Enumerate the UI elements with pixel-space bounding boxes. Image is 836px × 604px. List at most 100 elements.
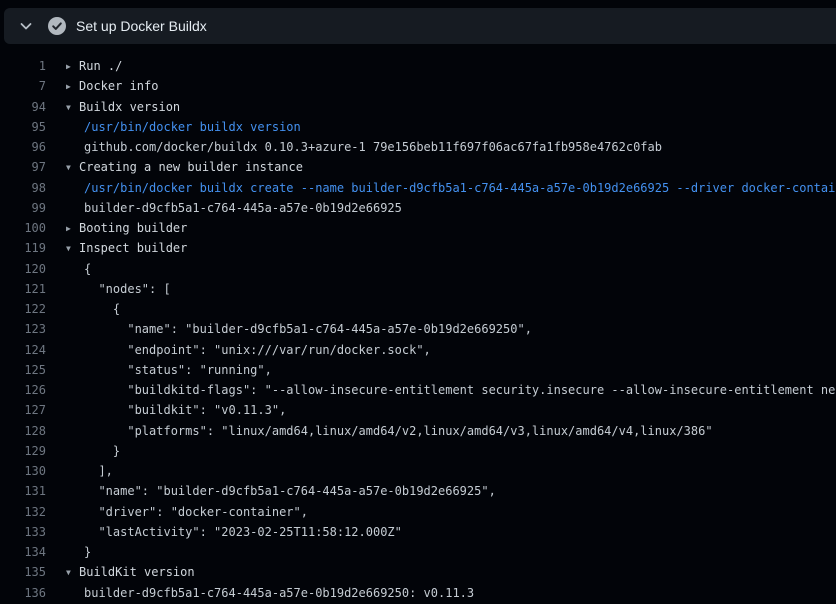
triangle-expanded-icon[interactable]: ▼ xyxy=(66,563,79,582)
line-number[interactable]: 128 xyxy=(0,421,46,441)
log-line-content: /usr/bin/docker buildx version xyxy=(66,117,301,137)
line-number[interactable]: 98 xyxy=(0,178,46,198)
log-group-row[interactable]: 1 ▶Run ./ xyxy=(0,56,836,76)
line-number[interactable]: 125 xyxy=(0,360,46,380)
log-line-content: { xyxy=(66,259,91,279)
line-number[interactable]: 100 xyxy=(0,218,46,238)
log-line-row: 128 "platforms": "linux/amd64,linux/amd6… xyxy=(0,421,836,441)
log-line-row: 136 builder-d9cfb5a1-c764-445a-a57e-0b19d… xyxy=(0,583,836,603)
log-line-row: 95/usr/bin/docker buildx version xyxy=(0,117,836,137)
log-line-content: "nodes": [ xyxy=(66,279,171,299)
log-group-row[interactable]: 135 ▼BuildKit version xyxy=(0,562,836,582)
log-line-row: 96 github.com/docker/buildx 0.10.3+azure-… xyxy=(0,137,836,157)
triangle-collapsed-icon[interactable]: ▶ xyxy=(66,77,79,96)
line-number[interactable]: 119 xyxy=(0,238,46,258)
line-number[interactable]: 132 xyxy=(0,502,46,522)
group-title: Docker info xyxy=(79,79,158,93)
line-number[interactable]: 126 xyxy=(0,380,46,400)
line-number[interactable]: 97 xyxy=(0,157,46,177)
line-number[interactable]: 94 xyxy=(0,97,46,117)
line-number[interactable]: 131 xyxy=(0,481,46,501)
log-line-content: "endpoint": "unix:///var/run/docker.sock… xyxy=(66,340,431,360)
line-number[interactable]: 135 xyxy=(0,562,46,582)
log-line-row: 134} xyxy=(0,542,836,562)
log-line-content: "buildkit": "v0.11.3", xyxy=(66,400,286,420)
line-number[interactable]: 136 xyxy=(0,583,46,603)
log-line-content: "driver": "docker-container", xyxy=(66,502,308,522)
log-line-content: "status": "running", xyxy=(66,360,272,380)
log-line-content: ▶Docker info xyxy=(66,76,158,96)
log-line-row: 131 "name": "builder-d9cfb5a1-c764-445a-… xyxy=(0,481,836,501)
check-circle-icon xyxy=(47,16,67,36)
log-line-content: } xyxy=(66,542,91,562)
line-number[interactable]: 99 xyxy=(0,198,46,218)
log-line-row: 122 { xyxy=(0,299,836,319)
log-line-content: ▼Inspect builder xyxy=(66,238,187,258)
step-header[interactable]: Set up Docker Buildx xyxy=(4,8,836,44)
log-line-content: ▼BuildKit version xyxy=(66,562,195,582)
log-line-content: "name": "builder-d9cfb5a1-c764-445a-a57e… xyxy=(66,319,532,339)
line-number[interactable]: 122 xyxy=(0,299,46,319)
log-viewer: 1▶Run ./7▶Docker info94▼Buildx version95… xyxy=(0,56,836,603)
log-line-row: 126 "buildkitd-flags": "--allow-insecure… xyxy=(0,380,836,400)
line-number[interactable]: 121 xyxy=(0,279,46,299)
line-number[interactable]: 129 xyxy=(0,441,46,461)
log-line-content: "platforms": "linux/amd64,linux/amd64/v2… xyxy=(66,421,713,441)
line-number[interactable]: 133 xyxy=(0,522,46,542)
log-line-content: "lastActivity": "2023-02-25T11:58:12.000… xyxy=(66,522,402,542)
log-line-content: ▶Booting builder xyxy=(66,218,187,238)
log-line-row: 99 builder-d9cfb5a1-c764-445a-a57e-0b19d2… xyxy=(0,198,836,218)
log-line-row: 127 "buildkit": "v0.11.3", xyxy=(0,400,836,420)
log-line-row: 132 "driver": "docker-container", xyxy=(0,502,836,522)
line-number[interactable]: 130 xyxy=(0,461,46,481)
log-line-content: ▼Buildx version xyxy=(66,97,180,117)
group-title: Buildx version xyxy=(79,100,180,114)
triangle-collapsed-icon[interactable]: ▶ xyxy=(66,219,79,238)
triangle-expanded-icon[interactable]: ▼ xyxy=(66,158,79,177)
log-line-content: ], xyxy=(66,461,113,481)
log-line-content: builder-d9cfb5a1-c764-445a-a57e-0b19d2e6… xyxy=(66,198,402,218)
log-line-row: 123 "name": "builder-d9cfb5a1-c764-445a-… xyxy=(0,319,836,339)
log-line-content: { xyxy=(66,299,120,319)
log-line-row: 124 "endpoint": "unix:///var/run/docker.… xyxy=(0,340,836,360)
log-line-content: "buildkitd-flags": "--allow-insecure-ent… xyxy=(66,380,836,400)
group-title: Run ./ xyxy=(79,59,122,73)
log-group-row[interactable]: 94 ▼Buildx version xyxy=(0,97,836,117)
log-line-row: 98/usr/bin/docker buildx create --name b… xyxy=(0,178,836,198)
group-title: BuildKit version xyxy=(79,565,195,579)
log-line-content: } xyxy=(66,441,120,461)
log-group-row[interactable]: 7 ▶Docker info xyxy=(0,76,836,96)
log-line-row: 130 ], xyxy=(0,461,836,481)
group-title: Creating a new builder instance xyxy=(79,160,303,174)
step-title: Set up Docker Buildx xyxy=(76,18,207,34)
line-number[interactable]: 120 xyxy=(0,259,46,279)
log-line-content: ▶Run ./ xyxy=(66,56,122,76)
log-line-row: 129 } xyxy=(0,441,836,461)
triangle-collapsed-icon[interactable]: ▶ xyxy=(66,57,79,76)
triangle-expanded-icon[interactable]: ▼ xyxy=(66,239,79,258)
log-line-content: builder-d9cfb5a1-c764-445a-a57e-0b19d2e6… xyxy=(66,583,474,603)
log-group-row[interactable]: 97 ▼Creating a new builder instance xyxy=(0,157,836,177)
log-line-content: "name": "builder-d9cfb5a1-c764-445a-a57e… xyxy=(66,481,496,501)
group-title: Booting builder xyxy=(79,221,187,235)
line-number[interactable]: 124 xyxy=(0,340,46,360)
group-title: Inspect builder xyxy=(79,241,187,255)
log-line-row: 120 { xyxy=(0,259,836,279)
line-number[interactable]: 1 xyxy=(0,56,46,76)
line-number[interactable]: 134 xyxy=(0,542,46,562)
line-number[interactable]: 96 xyxy=(0,137,46,157)
log-group-row[interactable]: 100 ▶Booting builder xyxy=(0,218,836,238)
log-line-row: 133 "lastActivity": "2023-02-25T11:58:12… xyxy=(0,522,836,542)
log-line-content: github.com/docker/buildx 0.10.3+azure-1 … xyxy=(66,137,662,157)
log-line-content: ▼Creating a new builder instance xyxy=(66,157,303,177)
log-line-row: 125 "status": "running", xyxy=(0,360,836,380)
log-line-row: 121 "nodes": [ xyxy=(0,279,836,299)
line-number[interactable]: 95 xyxy=(0,117,46,137)
line-number[interactable]: 127 xyxy=(0,400,46,420)
line-number[interactable]: 123 xyxy=(0,319,46,339)
chevron-down-icon[interactable] xyxy=(18,18,34,34)
triangle-expanded-icon[interactable]: ▼ xyxy=(66,98,79,117)
log-line-content: /usr/bin/docker buildx create --name bui… xyxy=(66,178,836,198)
line-number[interactable]: 7 xyxy=(0,76,46,96)
log-group-row[interactable]: 119 ▼Inspect builder xyxy=(0,238,836,258)
